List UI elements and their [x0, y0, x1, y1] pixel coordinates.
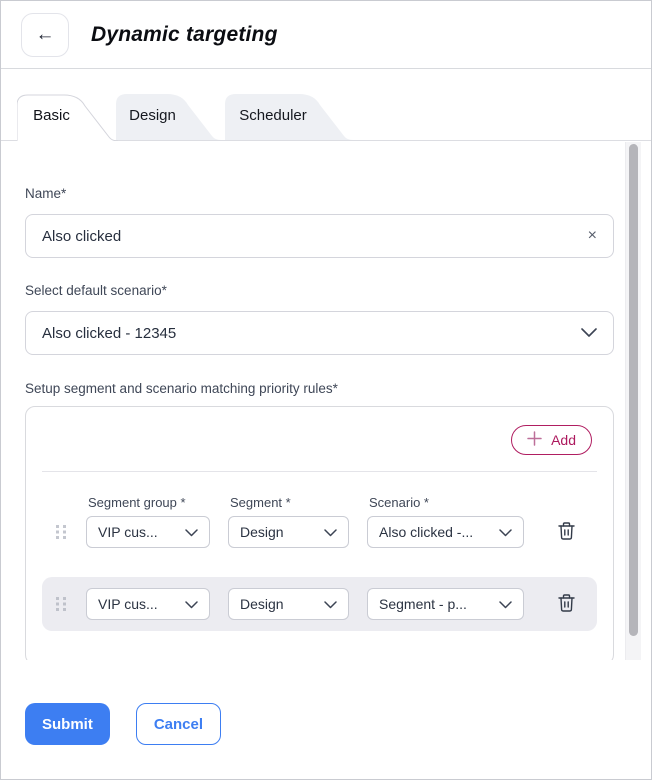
tab-scheduler-label: Scheduler: [225, 93, 321, 138]
header: ← Dynamic targeting: [1, 1, 651, 69]
rules-divider: [42, 471, 597, 472]
chevron-down-icon: [499, 524, 512, 540]
submit-button[interactable]: Submit: [25, 703, 110, 745]
chevron-down-icon: [499, 596, 512, 612]
delete-rule-button[interactable]: [557, 521, 576, 544]
scenario-value: Also clicked -...: [379, 524, 473, 540]
drag-handle-icon[interactable]: [56, 597, 68, 612]
page-title: Dynamic targeting: [91, 23, 278, 47]
footer-actions: Submit Cancel: [1, 660, 651, 745]
delete-rule-button[interactable]: [557, 593, 576, 616]
tab-design-label: Design: [116, 93, 189, 138]
cancel-button[interactable]: Cancel: [136, 703, 221, 745]
scenario-value: Segment - p...: [379, 596, 467, 612]
rule-row-highlighted: VIP cus... Design Segment - p...: [42, 577, 597, 631]
scrollbar-thumb[interactable]: [629, 144, 638, 636]
name-input[interactable]: Also clicked ×: [25, 214, 614, 258]
default-scenario-select[interactable]: Also clicked - 12345: [25, 311, 614, 355]
name-input-value: Also clicked: [42, 228, 121, 245]
rules-container: Add Segment group * Segment * Scenario *…: [25, 406, 614, 660]
back-button[interactable]: ←: [21, 13, 69, 57]
default-scenario-label: Select default scenario*: [25, 283, 612, 298]
default-scenario-value: Also clicked - 12345: [42, 325, 176, 342]
drag-handle-icon[interactable]: [56, 525, 68, 540]
arrow-left-icon: ←: [36, 24, 55, 46]
segment-group-column-label: Segment group *: [88, 495, 212, 510]
tab-design[interactable]: Design: [116, 93, 221, 141]
plus-icon: [527, 431, 542, 449]
chevron-down-icon: [185, 596, 198, 612]
name-label: Name*: [25, 186, 612, 201]
tab-bar: Basic Design Scheduler: [1, 94, 651, 141]
segment-group-select[interactable]: VIP cus...: [86, 588, 210, 620]
scenario-column-label: Scenario *: [369, 495, 526, 510]
scenario-select[interactable]: Segment - p...: [367, 588, 524, 620]
rules-label: Setup segment and scenario matching prio…: [25, 381, 612, 396]
scrollbar-track[interactable]: [625, 142, 641, 660]
tab-basic[interactable]: Basic: [17, 93, 118, 141]
chevron-down-icon: [324, 596, 337, 612]
clear-icon[interactable]: ×: [588, 228, 597, 244]
trash-icon: [557, 593, 576, 616]
segment-group-select[interactable]: VIP cus...: [86, 516, 210, 548]
segment-select[interactable]: Design: [228, 516, 349, 548]
basic-tab-panel: Name* Also clicked × Select default scen…: [1, 140, 651, 660]
rules-column-headers: Segment group * Segment * Scenario *: [26, 495, 613, 510]
segment-group-value: VIP cus...: [98, 596, 158, 612]
segment-select[interactable]: Design: [228, 588, 349, 620]
segment-group-value: VIP cus...: [98, 524, 158, 540]
scenario-select[interactable]: Also clicked -...: [367, 516, 524, 548]
segment-value: Design: [240, 596, 284, 612]
rule-row: VIP cus... Design Also clicked -...: [26, 516, 613, 548]
add-rule-button[interactable]: Add: [511, 425, 592, 455]
segment-value: Design: [240, 524, 284, 540]
dynamic-targeting-window: ← Dynamic targeting Basic Design Schedul…: [0, 0, 652, 780]
tab-basic-label: Basic: [17, 93, 86, 138]
chevron-down-icon: [581, 325, 597, 342]
chevron-down-icon: [185, 524, 198, 540]
segment-column-label: Segment *: [230, 495, 351, 510]
chevron-down-icon: [324, 524, 337, 540]
add-rule-label: Add: [551, 432, 576, 448]
trash-icon: [557, 521, 576, 544]
tab-scheduler[interactable]: Scheduler: [225, 93, 353, 141]
